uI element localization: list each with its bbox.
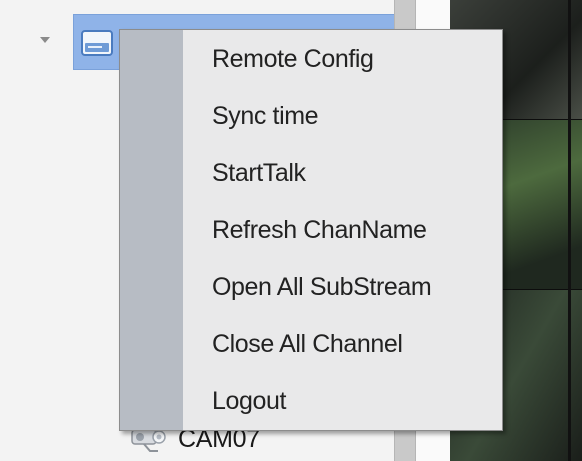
menu-item-label: Sync time: [212, 102, 319, 130]
menu-item-close-all-channel[interactable]: Close All Channel: [120, 316, 502, 373]
menu-item-logout[interactable]: Logout: [120, 373, 502, 430]
menu-item-refresh-channame[interactable]: Refresh ChanName: [120, 202, 502, 259]
menu-item-remote-config[interactable]: Remote Config: [120, 30, 502, 88]
app-window: CAM07 Remote Config Sync time StartTalk …: [0, 0, 582, 461]
menu-item-start-talk[interactable]: StartTalk: [120, 145, 502, 202]
device-context-menu: Remote Config Sync time StartTalk Refres…: [119, 29, 503, 431]
menu-item-label: StartTalk: [212, 159, 306, 187]
menu-list: Remote Config Sync time StartTalk Refres…: [120, 30, 502, 430]
menu-item-sync-time[interactable]: Sync time: [120, 88, 502, 145]
hard-drive-icon: [81, 30, 113, 56]
menu-item-label: Close All Channel: [212, 330, 403, 358]
menu-item-label: Open All SubStream: [212, 273, 432, 301]
triangle-down-icon[interactable]: [40, 37, 50, 43]
menu-item-label: Remote Config: [212, 44, 374, 73]
menu-item-label: Refresh ChanName: [212, 216, 427, 244]
video-divider: [568, 0, 571, 461]
menu-item-label: Logout: [212, 387, 287, 415]
menu-item-open-all-substream[interactable]: Open All SubStream: [120, 259, 502, 316]
